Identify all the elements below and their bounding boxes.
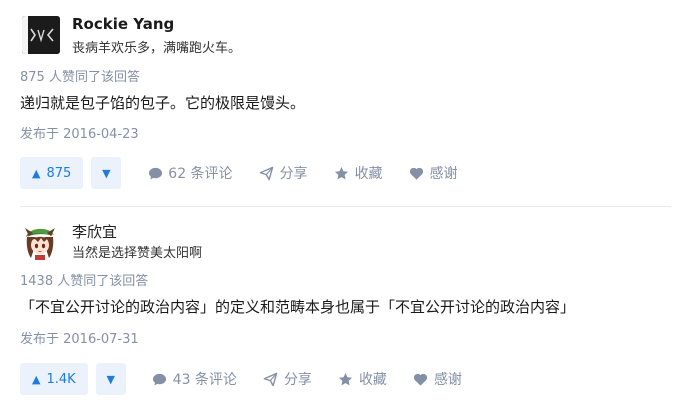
collect-button[interactable]: 收藏 bbox=[338, 369, 387, 389]
star-icon bbox=[338, 371, 354, 387]
author-name[interactable]: Rockie Yang bbox=[72, 15, 174, 33]
collect-label: 收藏 bbox=[358, 372, 387, 388]
upvote-count: 1.4K bbox=[46, 371, 76, 387]
triangle-down-icon: ▼ bbox=[106, 372, 115, 386]
author-bio: 当然是选择赞美太阳啊 bbox=[72, 246, 203, 261]
author-name[interactable]: 李欣宜 bbox=[72, 221, 117, 242]
publish-time[interactable]: 发布于 2016-07-31 bbox=[20, 328, 139, 347]
upvote-count: 875 bbox=[46, 165, 72, 181]
answer-content: 「不宜公开讨论的政治内容」的定义和范畴本身也属于「不宜公开讨论的政治内容」 bbox=[20, 298, 576, 316]
vote-summary[interactable]: 875 人赞同了该回答 bbox=[20, 66, 140, 85]
answer-feed: Rockie Yang 丧病羊欢乐多，满嘴跑火车。 875 人赞同了该回答 递归… bbox=[0, 0, 691, 412]
paper-plane-icon bbox=[263, 371, 279, 387]
comment-button[interactable]: 43 条评论 bbox=[152, 369, 237, 389]
comment-button[interactable]: 62 条评论 bbox=[147, 163, 233, 183]
avatar[interactable] bbox=[22, 16, 60, 54]
share-label: 分享 bbox=[283, 372, 312, 388]
paper-plane-icon bbox=[259, 165, 275, 181]
thanks-label: 感谢 bbox=[433, 372, 462, 388]
share-button[interactable]: 分享 bbox=[259, 163, 308, 183]
downvote-button[interactable]: ▼ bbox=[95, 363, 126, 395]
share-button[interactable]: 分享 bbox=[263, 369, 312, 389]
downvote-button[interactable]: ▼ bbox=[91, 157, 122, 189]
triangle-down-icon: ▼ bbox=[102, 166, 111, 180]
answer-item: Rockie Yang 丧病羊欢乐多，满嘴跑火车。 875 人赞同了该回答 递归… bbox=[0, 0, 691, 206]
comment-label: 43 条评论 bbox=[172, 372, 237, 388]
action-bar: ▲ 875 ▼ 62 条评论 分享 收藏 感谢 bbox=[20, 156, 458, 190]
heart-icon bbox=[413, 371, 429, 387]
triangle-up-icon: ▲ bbox=[32, 372, 41, 386]
comment-label: 62 条评论 bbox=[168, 166, 233, 182]
author-bio: 丧病羊欢乐多，满嘴跑火车。 bbox=[72, 41, 242, 56]
vote-summary[interactable]: 1438 人赞同了该回答 bbox=[20, 270, 148, 289]
thanks-button[interactable]: 感谢 bbox=[413, 369, 462, 389]
upvote-button[interactable]: ▲ 1.4K bbox=[20, 363, 88, 395]
star-icon bbox=[334, 165, 350, 181]
upvote-button[interactable]: ▲ 875 bbox=[20, 157, 84, 189]
answer-item: 李欣宜 当然是选择赞美太阳啊 1438 人赞同了该回答 「不宜公开讨论的政治内容… bbox=[0, 206, 691, 412]
thanks-label: 感谢 bbox=[429, 166, 458, 182]
answer-content: 递归就是包子馅的包子。它的极限是馒头。 bbox=[20, 94, 306, 112]
publish-time[interactable]: 发布于 2016-04-23 bbox=[20, 123, 139, 142]
avatar[interactable] bbox=[20, 222, 58, 260]
heart-icon bbox=[409, 165, 425, 181]
comment-bubble-icon bbox=[147, 165, 163, 181]
collect-label: 收藏 bbox=[354, 166, 383, 182]
comment-bubble-icon bbox=[152, 371, 168, 387]
thanks-button[interactable]: 感谢 bbox=[409, 163, 458, 183]
share-label: 分享 bbox=[279, 166, 308, 182]
triangle-up-icon: ▲ bbox=[32, 166, 41, 180]
collect-button[interactable]: 收藏 bbox=[334, 163, 383, 183]
action-bar: ▲ 1.4K ▼ 43 条评论 分享 收藏 感谢 bbox=[20, 362, 462, 396]
